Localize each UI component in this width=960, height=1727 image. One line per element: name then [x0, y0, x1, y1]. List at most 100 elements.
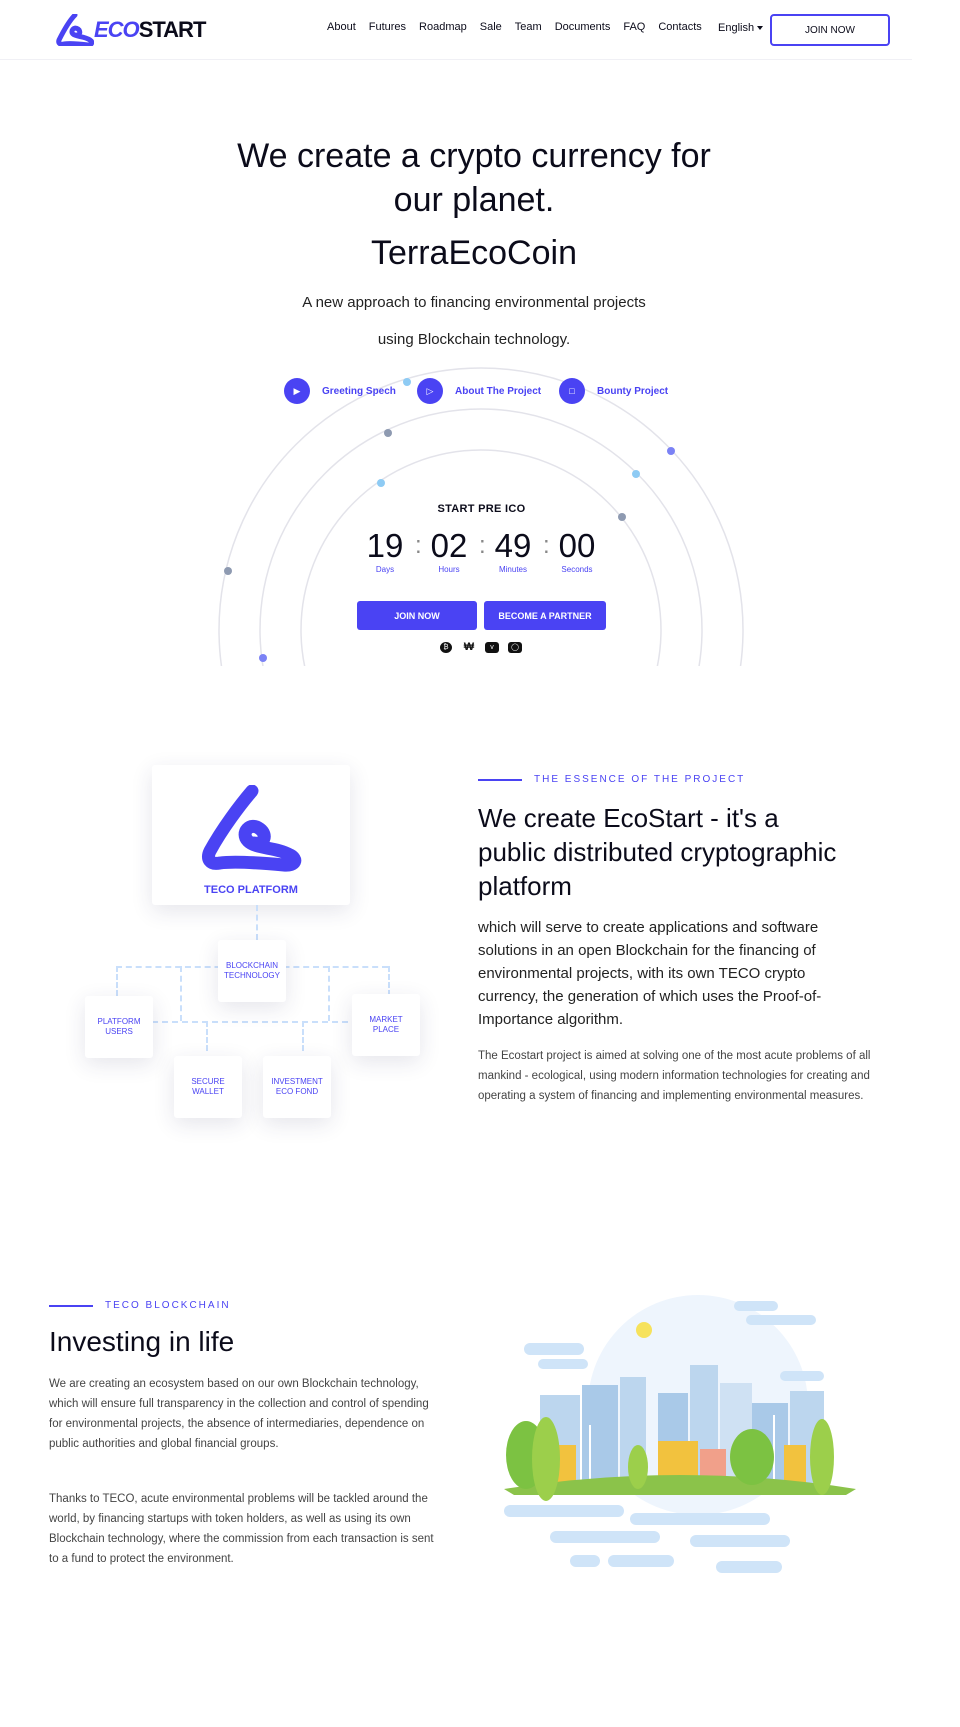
greeting-speech-link[interactable]: ▶ Greeting Spech: [284, 377, 396, 405]
bounty-project-link[interactable]: □ Bounty Project: [559, 377, 668, 405]
nav-links: About Futures Roadmap Sale Team Document…: [327, 21, 715, 33]
hero-title: We create a crypto currency for our plan…: [0, 134, 948, 222]
eyebrow-line: [49, 1305, 93, 1307]
connector-line: [302, 1021, 304, 1051]
nav-link-sale[interactable]: Sale: [480, 21, 502, 33]
connector-line: [206, 1021, 208, 1051]
blockchain-title: Investing in life: [49, 1326, 235, 1357]
hero-title-line1: We create a crypto currency for: [237, 137, 711, 175]
top-navbar: ECOSTART About Futures Roadmap Sale Team…: [0, 0, 912, 60]
join-now-nav-button[interactable]: JOIN NOW: [770, 14, 890, 46]
start-pre-ico-label: START PRE ICO: [437, 503, 526, 515]
blockchain-paragraph-1: We are creating an ecosystem based on ou…: [49, 1378, 429, 1450]
cloud-shape: [746, 1315, 816, 1325]
countdown-minutes-unit: Minutes: [498, 565, 527, 574]
place-label: PLACE: [372, 1025, 400, 1034]
teco-platform-card: TECO PLATFORM: [152, 765, 350, 905]
blockchain-label: BLOCKCHAIN: [225, 961, 278, 970]
connector-line: [180, 966, 182, 1021]
bitcoin-icon: ₿: [440, 642, 452, 653]
countdown-seconds-unit: Seconds: [561, 565, 593, 574]
tree-shape: [532, 1417, 560, 1501]
ecostart-logo[interactable]: ECOSTART: [56, 13, 206, 47]
water-ripple: [570, 1555, 600, 1567]
market-label: MARKET: [369, 1015, 403, 1024]
countdown-hours: 02 Hours: [419, 527, 479, 574]
cloud-shape: [780, 1371, 824, 1381]
teco-platform-label: TECO PLATFORM: [204, 884, 298, 896]
about-project-label: About The Project: [455, 385, 542, 397]
investment-eco-fond-card: INVESTMENT ECO FOND: [263, 1056, 331, 1118]
connector-line: [328, 966, 330, 1021]
platform-label: PLATFORM: [97, 1017, 141, 1026]
nav-link-contacts[interactable]: Contacts: [658, 21, 701, 33]
connector-line: [256, 905, 258, 940]
logo-eco: ECO: [94, 17, 140, 42]
document-icon: □: [559, 378, 585, 404]
orbit-dot: [632, 470, 640, 478]
blockchain-technology-card: BLOCKCHAIN TECHNOLOGY: [218, 940, 286, 1002]
blockchain-eyebrow: TECO BLOCKCHAIN: [105, 1300, 231, 1311]
logo-wordmark: ECOSTART: [94, 17, 207, 43]
mastercard-icon: ◯: [508, 642, 522, 653]
secure-label: SECURE: [191, 1077, 225, 1086]
about-project-link[interactable]: ▷ About The Project: [417, 377, 541, 405]
blockchain-paragraph-2: Thanks to TECO, acute environmental prob…: [49, 1493, 434, 1565]
sun-icon: [636, 1322, 652, 1338]
bounty-project-label: Bounty Project: [597, 385, 669, 397]
orbit-dot: [403, 378, 411, 386]
eco-city-illustration: [504, 1295, 856, 1573]
language-dropdown[interactable]: English: [718, 22, 763, 34]
orbit-dot: [224, 567, 232, 575]
water-ripple: [690, 1535, 790, 1547]
orbit-dot: [259, 654, 267, 662]
outer-orbit: [218, 367, 744, 666]
essence-title: We create EcoStart - it's a public distr…: [478, 803, 837, 901]
nav-link-faq[interactable]: FAQ: [623, 21, 645, 33]
market-place-card: MARKET PLACE: [352, 994, 420, 1056]
logo-start: START: [138, 17, 207, 42]
water-ripple: [504, 1505, 624, 1517]
teco-logo-icon: [202, 785, 302, 872]
logo-mark-icon: [56, 14, 94, 46]
visa-icon: v: [485, 642, 499, 653]
cloud-shape: [734, 1301, 778, 1311]
countdown-days: 19 Days: [355, 527, 415, 574]
technology-label: TECHNOLOGY: [223, 971, 280, 980]
users-label: USERS: [105, 1027, 133, 1036]
hero-subtitle: TerraEcoCoin: [371, 234, 577, 272]
orbit-dot: [667, 447, 675, 455]
countdown-hours-value: 02: [430, 527, 468, 564]
platform-users-card: PLATFORM USERS: [85, 996, 153, 1058]
countdown-minutes-value: 49: [494, 527, 532, 564]
eco-fond-label: ECO FOND: [275, 1087, 319, 1096]
join-now-hero-button[interactable]: JOIN NOW: [357, 601, 477, 630]
countdown-minutes: 49 Minutes: [483, 527, 543, 574]
tree-shape: [730, 1429, 774, 1485]
water-ripple: [550, 1531, 660, 1543]
essence-eyebrow: THE ESSENCE OF THE PROJECT: [534, 774, 746, 785]
building-shape: [582, 1385, 618, 1485]
nav-link-about[interactable]: About: [327, 21, 356, 33]
countdown-hours-unit: Hours: [438, 565, 460, 574]
wallet-label: WALLET: [192, 1087, 224, 1096]
water-ripple: [608, 1555, 674, 1567]
essence-body: The Ecostart project is aimed at solving…: [478, 1050, 871, 1102]
eyebrow-line: [478, 779, 522, 781]
nav-link-futures[interactable]: Futures: [369, 21, 406, 33]
won-icon: ₩: [463, 641, 475, 653]
become-partner-button[interactable]: BECOME A PARTNER: [484, 601, 606, 630]
cloud-shape: [538, 1359, 588, 1369]
nav-link-team[interactable]: Team: [515, 21, 542, 33]
greeting-speech-label: Greeting Spech: [322, 385, 396, 397]
nav-link-roadmap[interactable]: Roadmap: [419, 21, 467, 33]
play-icon: ▷: [417, 378, 443, 404]
essence-lead: which will serve to create applications …: [478, 919, 822, 1028]
nav-link-documents[interactable]: Documents: [555, 21, 611, 33]
countdown-seconds: 00 Seconds: [547, 527, 607, 574]
youtube-icon: ▶: [284, 378, 310, 404]
hero-description-line2: using Blockchain technology.: [377, 331, 571, 348]
water-ripple: [716, 1561, 782, 1573]
countdown-seconds-value: 00: [558, 527, 596, 564]
hero-title-line2: our planet.: [393, 181, 555, 219]
